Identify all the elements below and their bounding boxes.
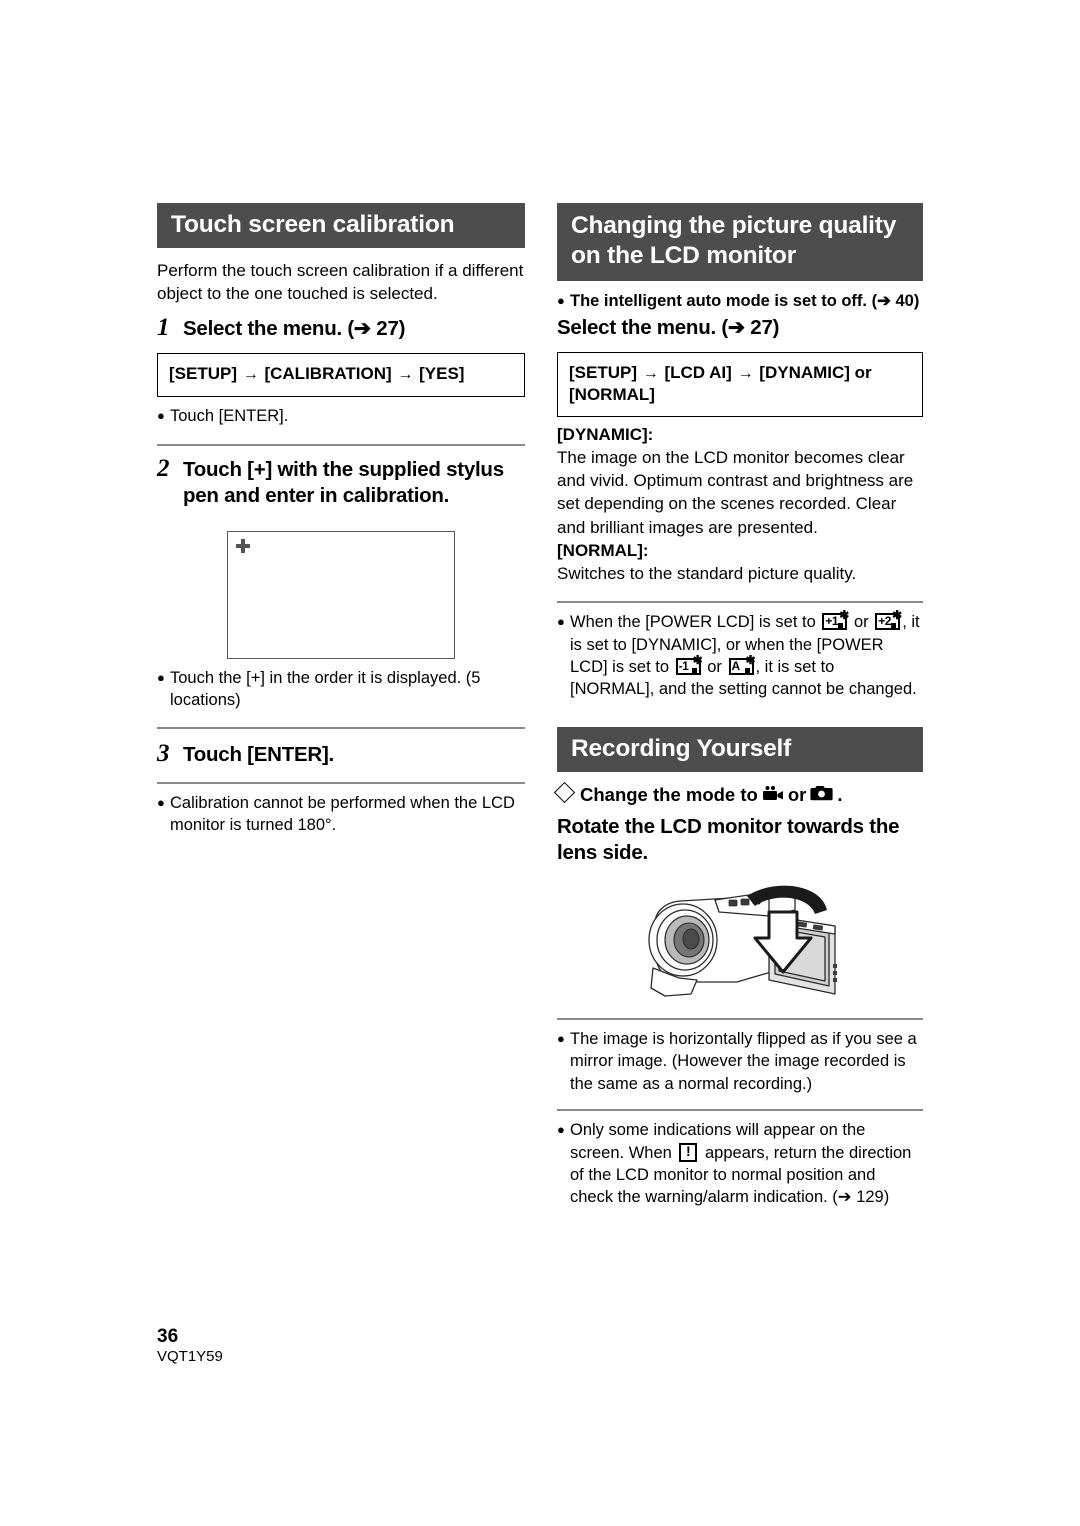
camcorder-rotate-lcd-illustration [557, 876, 923, 1006]
menu-path-part-2: [CALIBRATION] [264, 364, 392, 384]
bullet-dot-icon: ● [557, 1030, 565, 1046]
power-lcd-seg-1: When the [POWER LCD] is set to [570, 613, 816, 632]
bullet-dot-icon: ● [157, 669, 165, 685]
bullet-touch-enter: ● Touch [ENTER]. [157, 405, 525, 428]
bullet-indications: ● Only some indications will appear on t… [557, 1119, 923, 1209]
bullet-180-degrees-text: Calibration cannot be performed when the… [170, 793, 515, 834]
divider [557, 1109, 923, 1112]
divider [557, 601, 923, 604]
step-2-text: Touch [+] with the supplied stylus pen a… [183, 457, 504, 507]
divider [557, 1017, 923, 1020]
bullet-mirror-image: ● The image is horizontally flipped as i… [557, 1028, 923, 1095]
menu-path-part-1: [SETUP] [569, 362, 637, 382]
menu-path-box-lcd-ai: [SETUP] → [LCD AI] → [DYNAMIC] or [NORMA… [557, 351, 923, 417]
menu-path-part-3: [YES] [419, 364, 465, 384]
bullet-touch-order-text: Touch the [+] in the order it is display… [170, 668, 481, 710]
bullet-dot-icon: ● [557, 1122, 565, 1138]
left-column: Touch screen calibration Perform the tou… [157, 203, 525, 836]
menu-path-part-1: [SETUP] [169, 364, 237, 384]
bullet-touch-enter-text: Touch [ENTER]. [170, 406, 289, 425]
bullet-dot-icon: ● [557, 292, 565, 308]
step-2: 2 Touch [+] with the supplied stylus pen… [157, 455, 525, 509]
bullet-180-degrees: ● Calibration cannot be performed when t… [157, 792, 525, 837]
step-3-number: 3 [157, 740, 170, 768]
arrow-right-icon: → [397, 366, 414, 384]
section-header-recording-yourself: Recording Yourself [557, 726, 923, 772]
warning-exclamation-icon: ! [679, 1142, 698, 1162]
rotate-lcd-heading: Rotate the LCD monitor towards the lens … [557, 814, 900, 864]
change-mode-suffix: . [837, 783, 843, 805]
dynamic-description-block: [DYNAMIC]: The image on the LCD monitor … [557, 423, 923, 585]
page-number: 36 [157, 1326, 179, 1347]
step-2-number: 2 [157, 454, 170, 482]
normal-label: [NORMAL]: [557, 540, 649, 560]
menu-path-box-calibration: [SETUP] → [CALIBRATION] → [YES] [157, 353, 525, 397]
still-camera-mode-icon [810, 784, 833, 806]
normal-description: Switches to the standard picture quality… [557, 563, 857, 583]
dynamic-description: The image on the LCD monitor becomes cle… [557, 447, 914, 537]
manual-page: Touch screen calibration Perform the tou… [0, 0, 1080, 1526]
diamond-marker-icon [553, 781, 576, 803]
arrow-right-icon: → [642, 364, 659, 382]
lcd-minus1-icon: -1 ✱ [675, 654, 703, 676]
section-header-touch-screen-calibration: Touch screen calibration [157, 203, 525, 248]
arrow-right-icon: → [737, 364, 754, 382]
bullet-dot-icon: ● [557, 614, 565, 630]
step-1-text: Select the menu. (➔ 27) [183, 317, 406, 341]
bullet-touch-order: ● Touch the [+] in the order it is displ… [157, 667, 525, 712]
change-mode-or: or [787, 783, 807, 805]
lcd-auto-icon: A ✱ [728, 654, 756, 676]
step-1-number: 1 [157, 314, 170, 342]
step-3: 3 Touch [ENTER]. [157, 740, 525, 768]
section-header-changing-picture-quality: Changing the picture quality on the LCD … [557, 203, 923, 281]
video-camera-mode-icon [762, 784, 784, 806]
right-column: Changing the picture quality on the LCD … [553, 203, 923, 1209]
document-code: VQT1Y59 [157, 1347, 223, 1365]
step-3-text: Touch [ENTER]. [183, 743, 334, 767]
lcd-plus2-icon: +2 ✱ [875, 609, 902, 631]
bullet-dot-icon: ● [157, 407, 165, 423]
divider [157, 443, 525, 446]
bullet-intelligent-auto-text: The intelligent auto mode is set to off.… [570, 291, 920, 310]
divider [157, 727, 525, 730]
step-1: 1 Select the menu. (➔ 27) [157, 314, 525, 342]
bullet-power-lcd: ● When the [POWER LCD] is set to +1 ✱ or … [557, 609, 923, 701]
bullet-power-lcd-text: When the [POWER LCD] is set to +1 ✱ or +2… [570, 609, 923, 701]
bullet-indications-text: Only some indications will appear on the… [570, 1119, 923, 1209]
bullet-intelligent-auto: ● The intelligent auto mode is set to of… [557, 290, 923, 313]
arrow-right-icon: → [242, 366, 259, 384]
calibration-screen-illustration [227, 530, 455, 659]
lcd-plus1-icon: +1 ✱ [822, 609, 849, 631]
calibration-intro-text: Perform the touch screen calibration if … [157, 260, 524, 304]
bullet-mirror-image-text: The image is horizontally flipped as if … [570, 1029, 917, 1093]
bullet-dot-icon: ● [157, 794, 165, 810]
plus-crosshair-icon [236, 538, 250, 553]
power-lcd-or-2: or [707, 658, 722, 677]
change-mode-prefix: Change the mode to [580, 783, 758, 805]
power-lcd-or-1: or [853, 613, 869, 632]
menu-path-part-2: [LCD AI] [664, 362, 732, 382]
select-the-menu-heading: Select the menu. (➔ 27) [557, 315, 780, 339]
page-footer: 36 VQT1Y59 [157, 1327, 223, 1366]
dynamic-label: [DYNAMIC]: [557, 424, 654, 444]
change-mode-heading: Change the mode to or . [553, 781, 923, 806]
divider [157, 781, 525, 784]
